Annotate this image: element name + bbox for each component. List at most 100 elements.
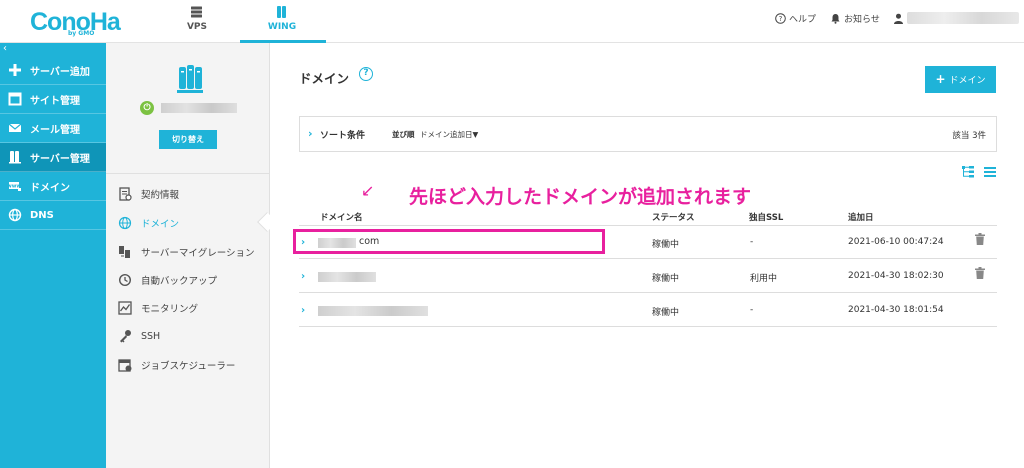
column-header-domain[interactable]: ドメイン名 [320, 211, 363, 223]
server-subpanel: ⏻ 切り替え 契約情報 ドメイン サーバーマイグレーション 自動バックアップ モ… [106, 43, 270, 468]
contract-icon [119, 187, 132, 201]
nav-vps-label: VPS [186, 22, 208, 32]
cell-date: 2021-04-30 18:01:54 [848, 305, 944, 315]
cell-status: 稼働中 [652, 240, 680, 250]
subpanel-item-label: 自動バックアップ [141, 276, 218, 287]
notice-label: お知らせ [844, 15, 880, 25]
vps-server-icon [191, 6, 202, 18]
sort-bar[interactable]: › ソート条件 並び順 ドメイン追加日▼ 該当 3件 [299, 116, 997, 152]
user-menu[interactable] [893, 12, 1019, 24]
notice-link[interactable]: お知らせ [830, 12, 880, 25]
nav-vps[interactable]: VPS [157, 0, 237, 43]
subpanel-divider [106, 173, 270, 174]
add-domain-label: ドメイン [949, 76, 986, 86]
user-icon [894, 13, 903, 24]
help-link[interactable]: ? ヘルプ [775, 12, 816, 25]
sidebar-collapse-button[interactable]: ‹ [3, 43, 7, 54]
nav-wing-label: WING [267, 22, 297, 32]
table-row[interactable]: › 稼働中 利用中 2021-04-30 18:02:30 [299, 260, 997, 293]
sidebar-item-label: サーバー管理 [30, 153, 90, 165]
column-header-ssl[interactable]: 独自SSL [749, 211, 783, 223]
sidebar-item-label: DNS [30, 209, 54, 221]
annotation-text: 先ほど入力したドメインが追加されます [409, 186, 752, 208]
domain-icon: www [8, 182, 21, 191]
nav-wing[interactable]: WING [242, 0, 322, 43]
column-header-status[interactable]: ステータス [652, 211, 695, 223]
help-icon[interactable]: ? [359, 67, 373, 81]
annotation-arrow-icon: ↙ [361, 181, 375, 200]
cell-date: 2021-04-30 18:02:30 [848, 271, 944, 281]
result-count: 該当 3件 [952, 131, 986, 141]
domain-name-redacted [318, 306, 428, 316]
chart-icon [118, 301, 132, 315]
backup-icon [118, 273, 132, 287]
sidebar-item-label: メール管理 [30, 124, 80, 136]
subpanel-item-ssh[interactable]: SSH [118, 329, 160, 343]
globe-icon [8, 208, 22, 222]
help-icon: ? [775, 13, 786, 24]
top-bar: ConoHa by GMO VPS WING ? ヘルプ お知らせ [0, 0, 1024, 43]
sidebar-item-label: サイト管理 [30, 95, 80, 107]
subpanel-item-domain[interactable]: ドメイン [118, 216, 179, 230]
domain-name-redacted [318, 272, 376, 282]
subpanel-item-label: ジョブスケジューラー [141, 361, 236, 372]
subpanel-item-label: モニタリング [141, 304, 199, 315]
trash-icon[interactable] [975, 233, 985, 245]
help-label: ヘルプ [789, 15, 817, 25]
sidebar-item-dns[interactable]: DNS [0, 201, 106, 230]
wing-server-icon [277, 6, 286, 18]
subpanel-item-label: 契約情報 [141, 190, 180, 201]
subpanel-item-label: サーバーマイグレーション [141, 248, 255, 259]
column-header-date[interactable]: 追加日 [848, 211, 874, 223]
list-view-icon[interactable] [984, 166, 996, 178]
sidebar-item-mail[interactable]: メール管理 [0, 114, 106, 143]
logo-subtitle: by GMO [68, 30, 95, 37]
sidebar-item-server[interactable]: サーバー管理 [0, 143, 106, 172]
main-sidebar: ‹ サーバー追加 サイト管理 メール管理 サーバー管理 www ドメイン DNS [0, 43, 106, 468]
power-status-icon: ⏻ [140, 101, 154, 115]
calendar-icon [118, 359, 132, 372]
server-large-icon [177, 65, 203, 93]
sort-order-select[interactable]: ドメイン追加日▼ [420, 129, 478, 140]
subpanel-item-migration[interactable]: サーバーマイグレーション [118, 245, 255, 259]
bell-icon [831, 14, 840, 24]
tree-view-icon[interactable] [962, 166, 974, 178]
cell-status: 稼働中 [652, 274, 680, 284]
cell-date: 2021-06-10 00:47:24 [848, 237, 944, 247]
sidebar-item-label: サーバー追加 [30, 66, 90, 78]
sidebar-item-site[interactable]: サイト管理 [0, 85, 106, 114]
subpanel-item-label: ドメイン [141, 219, 180, 230]
plus-icon [9, 64, 21, 76]
subpanel-item-backup[interactable]: 自動バックアップ [118, 273, 217, 287]
subpanel-item-job-scheduler[interactable]: ジョブスケジューラー [118, 358, 235, 372]
trash-icon[interactable] [975, 267, 985, 279]
user-name-redacted [907, 12, 1019, 24]
sidebar-item-domain[interactable]: www ドメイン [0, 172, 106, 201]
cell-status: 稼働中 [652, 308, 680, 318]
migration-icon [119, 246, 130, 258]
sidebar-item-label: ドメイン [30, 182, 70, 194]
add-domain-button[interactable]: + ドメイン [925, 66, 996, 93]
new-domain-highlight-box [293, 229, 605, 254]
cell-ssl: 利用中 [750, 274, 778, 284]
page-title: ドメイン [299, 71, 350, 86]
mail-icon [8, 123, 22, 132]
subpanel-item-monitoring[interactable]: モニタリング [118, 301, 198, 315]
table-row[interactable]: › 稼働中 - 2021-04-30 18:01:54 [299, 294, 997, 327]
window-icon [8, 92, 22, 106]
sort-condition-label: ソート条件 [320, 131, 366, 141]
svg-text:?: ? [779, 15, 783, 23]
plus-icon: + [935, 72, 946, 86]
server-icon [9, 151, 21, 164]
chevron-right-icon[interactable]: › [301, 271, 305, 282]
subpanel-item-contract[interactable]: 契約情報 [118, 187, 179, 201]
cell-ssl: - [750, 305, 754, 315]
switch-server-button[interactable]: 切り替え [159, 130, 217, 149]
subpanel-item-label: SSH [141, 330, 161, 342]
server-name-redacted [161, 103, 237, 113]
sidebar-item-add-server[interactable]: サーバー追加 [0, 56, 106, 85]
cell-ssl: - [750, 237, 754, 247]
sort-order-label: 並び順 [392, 130, 415, 139]
chevron-right-icon[interactable]: › [301, 305, 305, 316]
key-icon [120, 330, 131, 343]
